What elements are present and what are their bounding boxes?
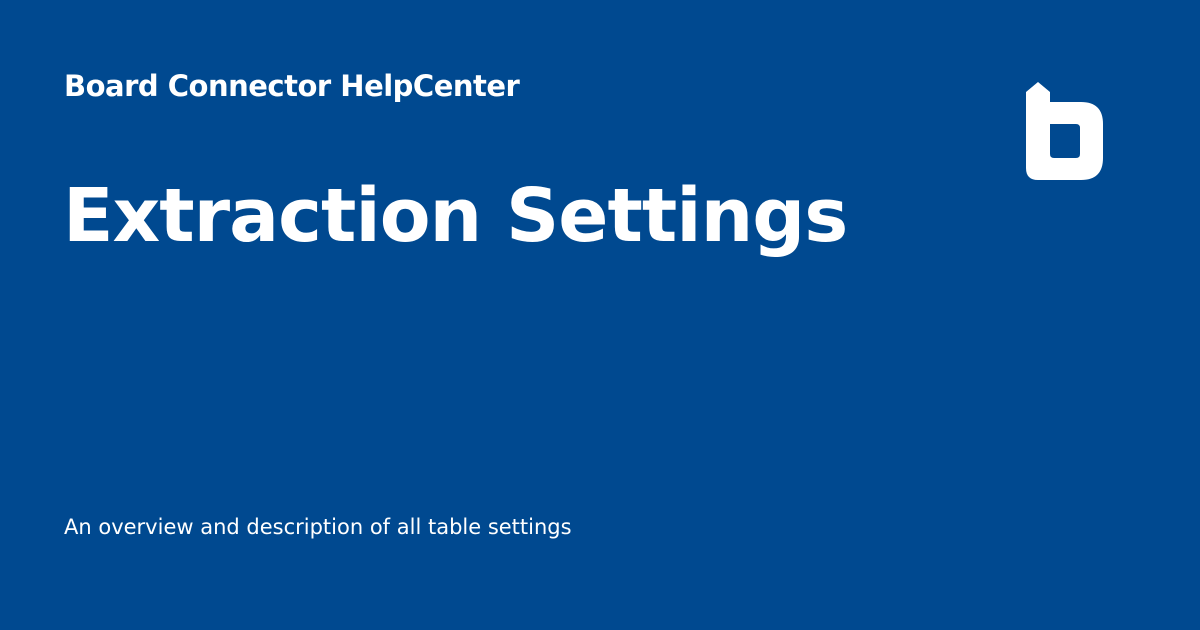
page-description: An overview and description of all table…	[64, 515, 572, 539]
site-name: Board Connector HelpCenter	[64, 69, 520, 103]
board-b-logo-icon	[1026, 82, 1103, 180]
social-preview-card: Board Connector HelpCenter Extraction Se…	[0, 0, 1200, 630]
page-title: Extraction Settings	[63, 173, 848, 259]
